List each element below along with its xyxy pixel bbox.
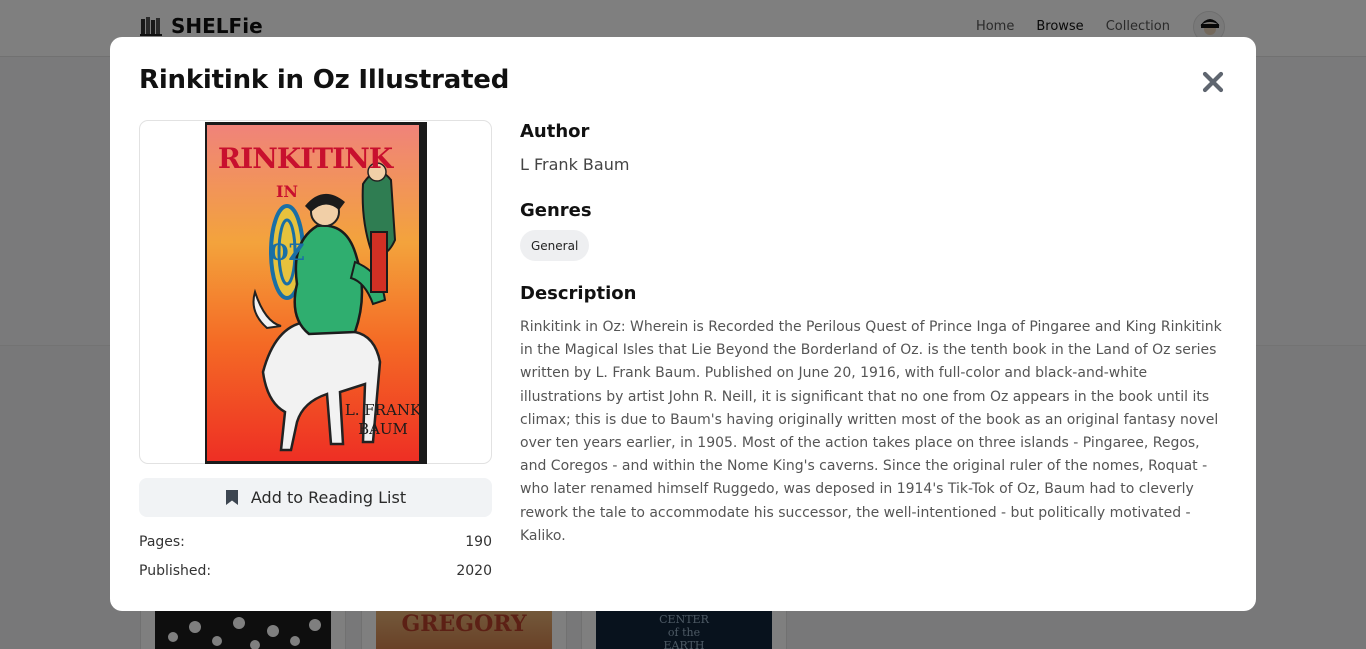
cover-title-line: IN <box>276 182 298 201</box>
author-name[interactable]: L Frank Baum <box>520 155 629 174</box>
book-title: Rinkitink in Oz Illustrated <box>139 65 510 95</box>
close-icon <box>1202 71 1224 93</box>
book-cover-container: RINKITINK IN OZ L. FRANK BAUM <box>139 120 492 464</box>
book-cover-image: RINKITINK IN OZ L. FRANK BAUM <box>205 122 427 464</box>
published-label: Published: <box>139 563 212 579</box>
book-details-modal: Rinkitink in Oz Illustrated RINKITINK IN… <box>110 37 1256 611</box>
description-heading: Description <box>520 283 637 304</box>
author-heading: Author <box>520 121 590 142</box>
description-text: Rinkitink in Oz: Wherein is Recorded the… <box>520 319 1222 544</box>
genres-heading: Genres <box>520 200 592 221</box>
cover-author-line: BAUM <box>358 420 408 438</box>
pages-value: 190 <box>465 534 492 550</box>
pages-label: Pages: <box>139 534 185 550</box>
add-to-reading-list-button[interactable]: Add to Reading List <box>139 478 492 517</box>
add-to-reading-list-label: Add to Reading List <box>250 488 407 507</box>
close-button[interactable] <box>1198 67 1228 97</box>
published-value: 2020 <box>456 563 492 579</box>
cover-author-line: L. FRANK <box>345 401 422 419</box>
bookmark-icon <box>225 490 238 505</box>
published-row: Published: 2020 <box>139 563 492 579</box>
pages-row: Pages: 190 <box>139 534 492 550</box>
cover-title-line: RINKITINK <box>218 142 395 175</box>
genre-chip[interactable]: General <box>520 230 590 261</box>
cover-title-line: OZ <box>269 240 304 266</box>
